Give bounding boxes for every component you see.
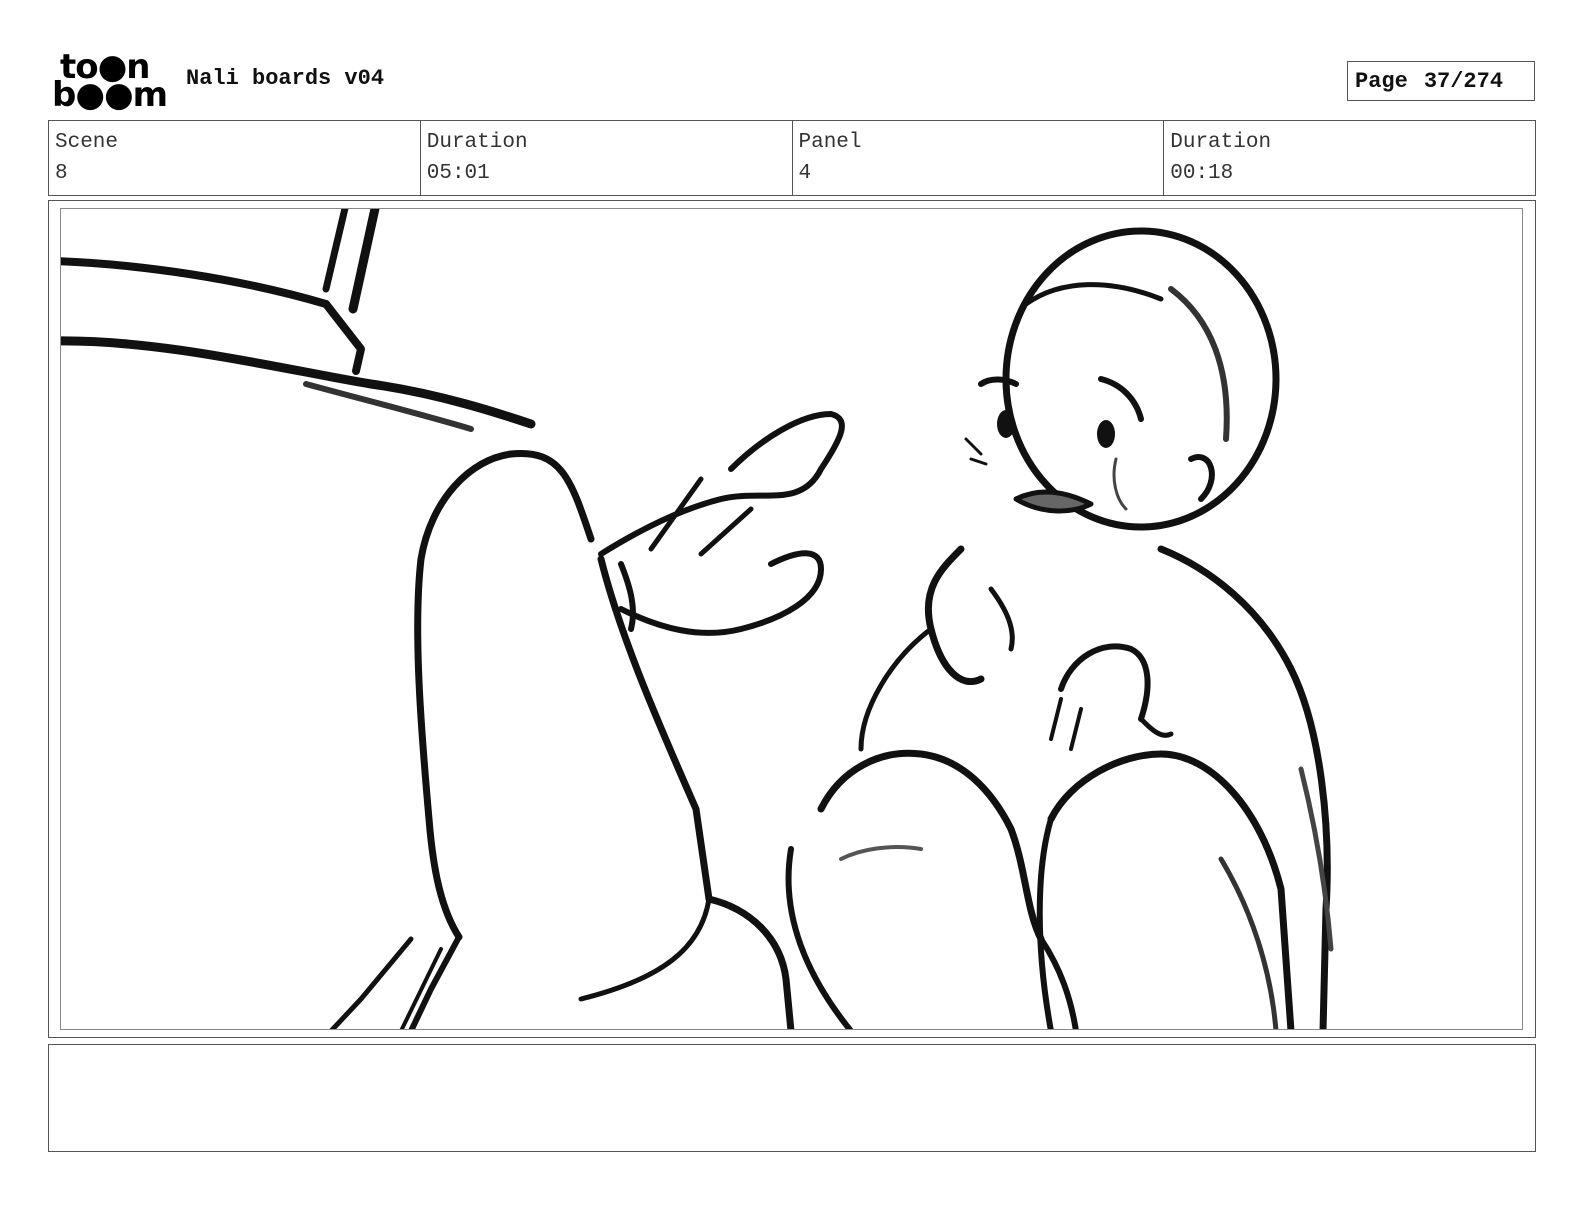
panel-value: 4 <box>798 162 812 185</box>
page-label: Page <box>1355 68 1408 94</box>
scene-duration-cell: Duration 05:01 <box>421 121 793 195</box>
panel-cell: Panel 4 <box>793 121 1165 195</box>
scene-value: 8 <box>55 162 68 185</box>
scene-cell: Scene 8 <box>49 121 421 195</box>
scene-label: Scene <box>55 131 119 154</box>
scene-duration-value: 05:01 <box>426 162 490 185</box>
page-number: 37/274 <box>1423 68 1504 94</box>
scene-duration-label: Duration <box>426 131 528 154</box>
logo-line-2: b●●m <box>52 75 168 115</box>
panel-info-row: Scene 8 Duration 05:01 Panel 4 Duration … <box>48 120 1536 196</box>
panel-duration-value: 00:18 <box>1170 162 1234 185</box>
storyboard-sketch <box>61 209 1334 1029</box>
panel-duration-cell: Duration 00:18 <box>1164 121 1535 195</box>
panel-notes-box <box>48 1044 1536 1152</box>
page-indicator: Page 37/274 <box>1347 61 1535 101</box>
toonboom-logo: to●n b●●m <box>52 50 168 115</box>
storyboard-panel <box>60 208 1523 1030</box>
panel-duration-label: Duration <box>1170 131 1272 154</box>
document-title: Nali boards v04 <box>186 66 385 91</box>
panel-label: Panel <box>798 131 862 154</box>
